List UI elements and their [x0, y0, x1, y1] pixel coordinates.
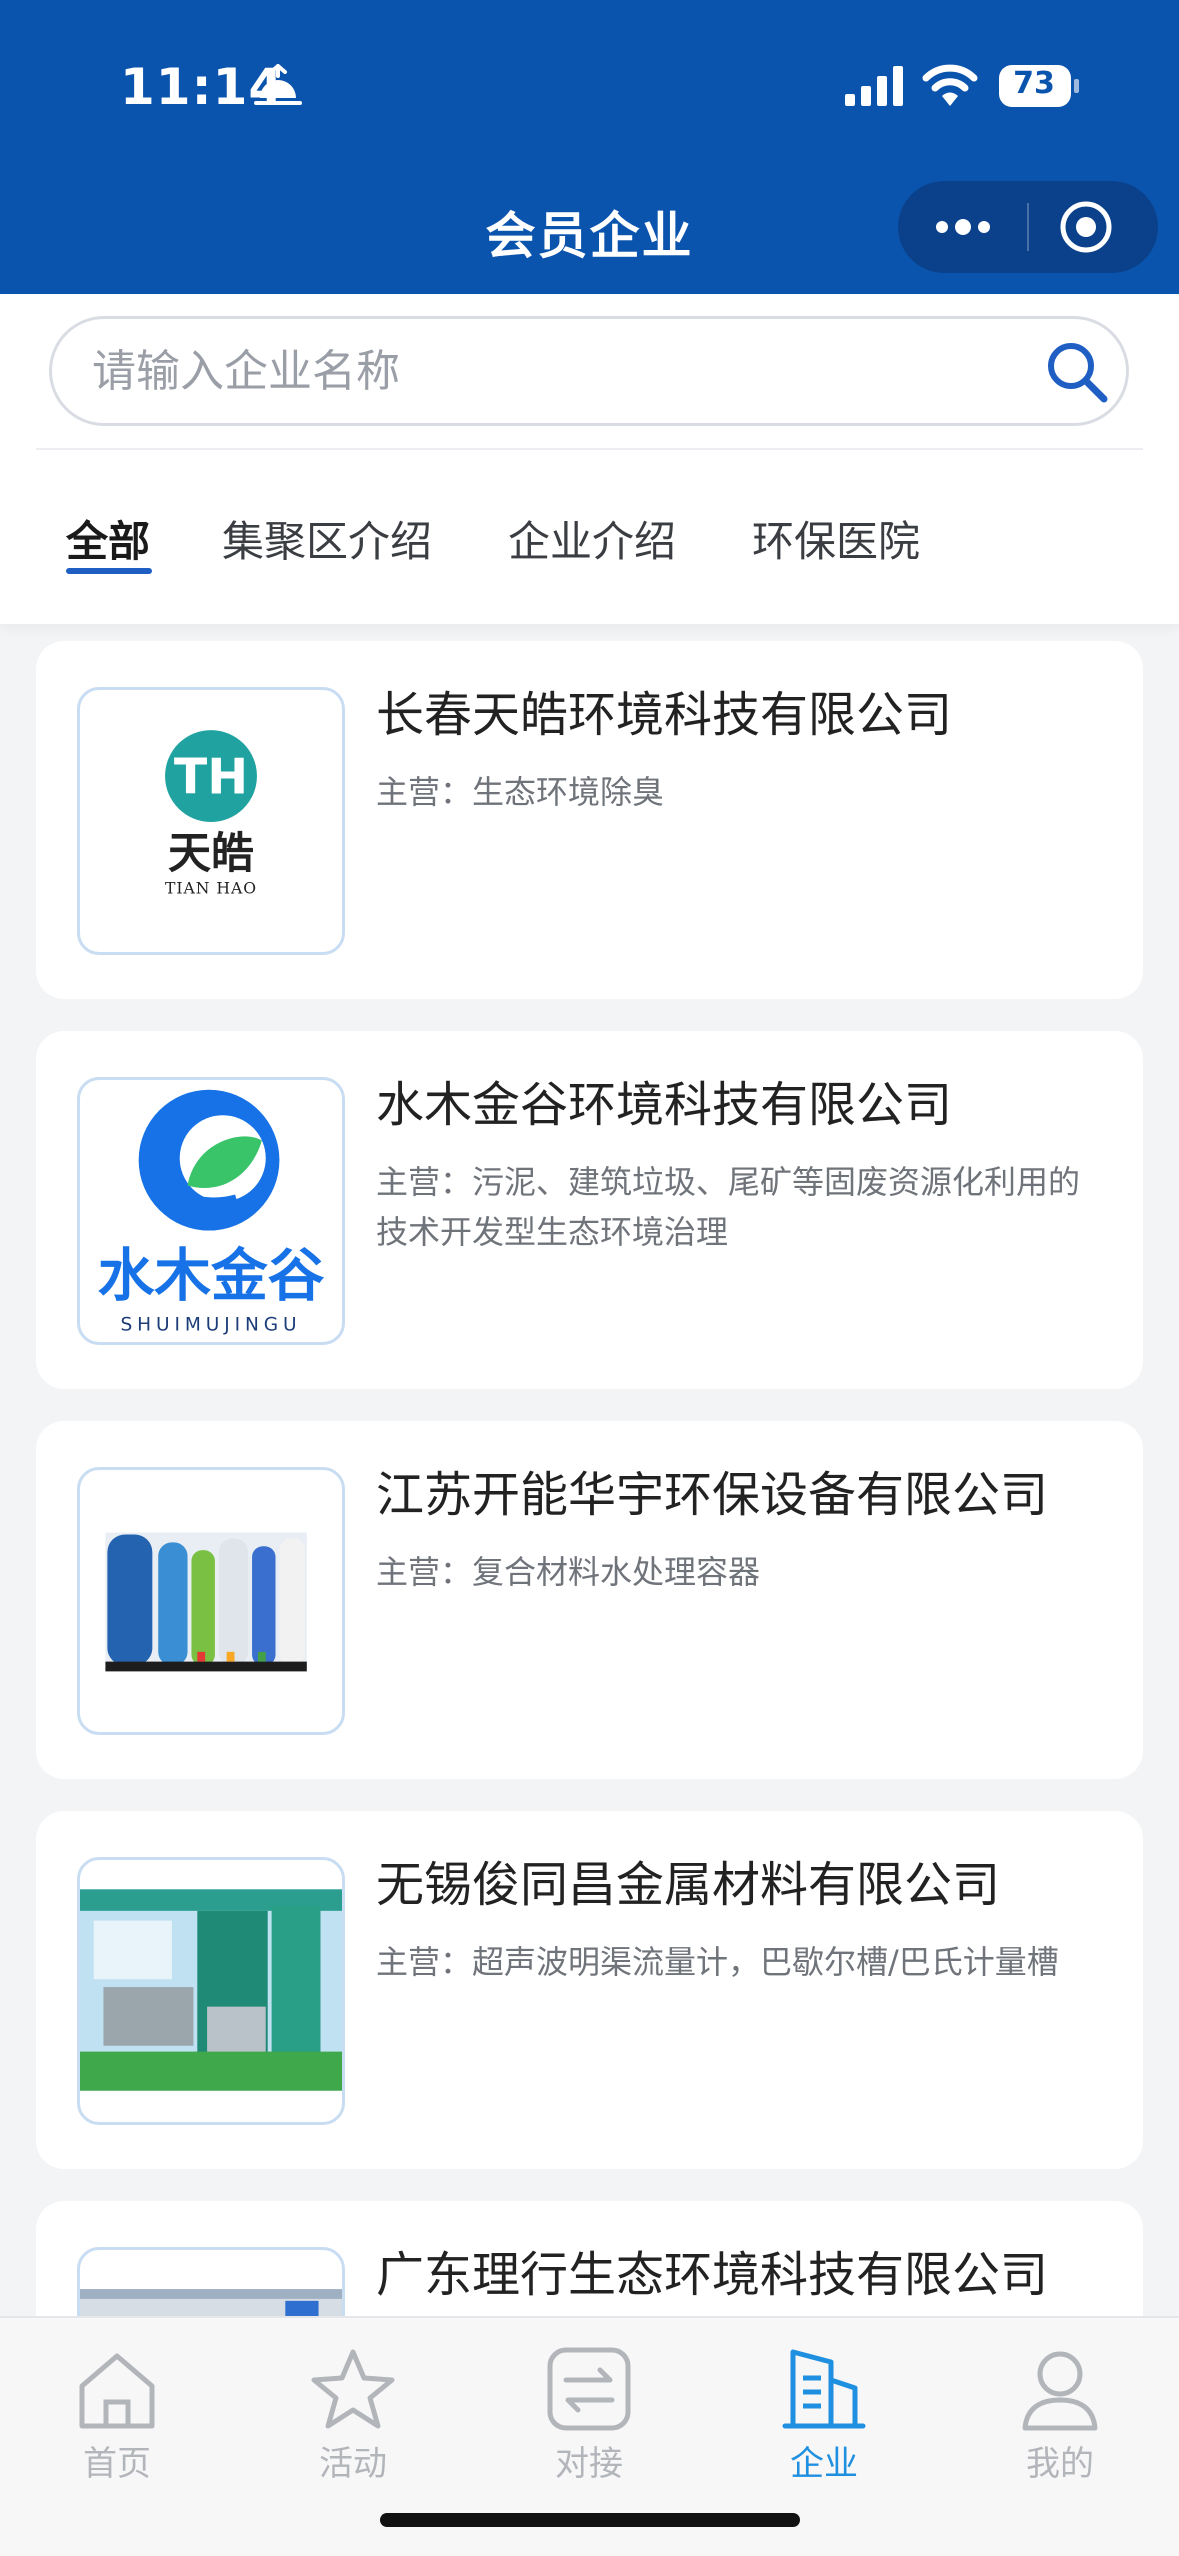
home-icon [79, 2353, 155, 2429]
battery-level: 73 [1013, 66, 1055, 101]
signal-icon [845, 66, 903, 106]
company-business: 主营：污泥、建筑垃圾、尾矿等固废资源化利用的技术开发型生态环境治理 [376, 1163, 1081, 1251]
tabbar-item-companies[interactable]: 企业 [749, 2346, 899, 2485]
exhibition-booth-photo [80, 1889, 342, 2091]
shuimujingu-logo-icon: 水木金谷 SHUIMUJINGU [98, 1089, 325, 1335]
tabbar-item-matching[interactable]: 对接 [514, 2346, 664, 2485]
company-logo [77, 2247, 345, 2316]
wifi-icon [922, 64, 978, 106]
capsule-divider [1027, 203, 1029, 251]
star-icon [311, 2349, 395, 2429]
header: 11:14 73 会员企业 [0, 0, 1179, 294]
more-dots-icon[interactable] [930, 203, 996, 251]
company-name: 水木金谷环境科技有限公司 [376, 1077, 953, 1133]
search-input[interactable] [92, 339, 992, 403]
tabbar-label: 首页 [83, 2444, 151, 2484]
alarm-icon [254, 64, 302, 105]
exchange-icon [547, 2347, 631, 2431]
tabbar-item-mine[interactable]: 我的 [985, 2346, 1135, 2485]
logo-monogram: TH [174, 749, 248, 806]
company-name: 广东理行生态环境科技有限公司 [376, 2247, 1049, 2303]
tab-cluster-intro[interactable]: 集聚区介绍 [222, 508, 432, 569]
search-icon[interactable] [1044, 339, 1110, 405]
tabbar-label: 活动 [319, 2444, 387, 2484]
company-name: 无锡俊同昌金属材料有限公司 [376, 1857, 1001, 1913]
company-logo: 水木金谷 SHUIMUJINGU [77, 1077, 345, 1345]
company-business: 主营：复合材料水处理容器 [376, 1553, 761, 1591]
company-name: 长春天皓环境科技有限公司 [376, 687, 953, 743]
tab-all[interactable]: 全部 [66, 508, 150, 569]
company-business: 主营：超声波明渠流量计，巴歇尔槽/巴氏计量槽 [376, 1943, 1059, 1981]
building-icon [782, 2349, 866, 2429]
partial-photo [80, 2289, 342, 2316]
search-bar[interactable] [49, 316, 1129, 426]
company-business: 主营：生态环境除臭 [376, 773, 665, 811]
close-target-icon[interactable] [1056, 197, 1116, 257]
tabbar-item-activities[interactable]: 活动 [278, 2346, 428, 2485]
tabbar-item-home[interactable]: 首页 [42, 2346, 192, 2485]
company-name: 江苏开能华宇环保设备有限公司 [376, 1467, 1049, 1523]
company-card[interactable]: 水木金谷 SHUIMUJINGU 水木金谷环境科技有限公司 主营：污泥、建筑垃圾… [36, 1031, 1143, 1389]
company-logo [77, 1857, 345, 2125]
divider [36, 448, 1143, 450]
company-list: TH 天皓 TIAN HAO 长春天皓环境科技有限公司 主营：生态环境除臭 水木… [0, 624, 1179, 2316]
tianhao-logo-icon: TH 天皓 TIAN HAO [165, 730, 257, 897]
company-card[interactable]: TH 天皓 TIAN HAO 长春天皓环境科技有限公司 主营：生态环境除臭 [36, 641, 1143, 999]
company-card[interactable]: 无锡俊同昌金属材料有限公司 主营：超声波明渠流量计，巴歇尔槽/巴氏计量槽 [36, 1811, 1143, 2169]
logo-cn-text: 天皓 [168, 829, 254, 879]
tabbar-label: 对接 [555, 2444, 623, 2484]
filter-panel: 全部 集聚区介绍 企业介绍 环保医院 [0, 294, 1179, 624]
tabbar-label: 我的 [1026, 2444, 1094, 2484]
tab-company-intro[interactable]: 企业介绍 [508, 508, 676, 569]
water-tanks-photo [105, 1532, 307, 1672]
logo-en-text: TIAN HAO [165, 878, 257, 897]
user-icon [1022, 2351, 1098, 2431]
company-logo [77, 1467, 345, 1735]
logo-en-text: SHUIMUJINGU [121, 1314, 302, 1335]
home-indicator [380, 2513, 800, 2527]
tab-eco-hospital[interactable]: 环保医院 [752, 508, 920, 569]
company-logo: TH 天皓 TIAN HAO [77, 687, 345, 955]
tabbar-label: 企业 [790, 2444, 858, 2484]
active-tab-indicator [66, 568, 152, 574]
mini-program-capsule [898, 181, 1158, 273]
company-card[interactable]: 江苏开能华宇环保设备有限公司 主营：复合材料水处理容器 [36, 1421, 1143, 1779]
logo-cn-text: 水木金谷 [98, 1243, 325, 1309]
company-card[interactable]: 广东理行生态环境科技有限公司 [36, 2201, 1143, 2316]
